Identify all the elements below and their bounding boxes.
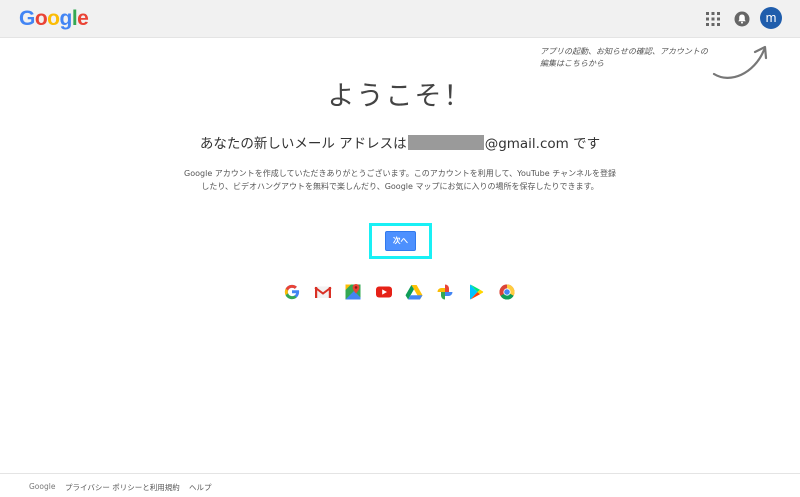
logo-letter: o: [47, 7, 60, 30]
account-hint-text: アプリの起動、お知らせの確認、アカウントの編集はこちらから: [540, 47, 708, 68]
product-icons-row: [282, 282, 522, 302]
next-button[interactable]: 次へ: [385, 231, 416, 251]
gmail-icon[interactable]: [313, 282, 333, 302]
welcome-page: Google m アプリの起動、お知らせの確認、アカウントの編集はこちらから よ…: [0, 0, 800, 497]
google-g-icon[interactable]: [282, 282, 302, 302]
photos-icon[interactable]: [435, 282, 455, 302]
address-prefix: あなたの新しいメール アドレスは: [199, 136, 407, 152]
chrome-icon[interactable]: [497, 282, 517, 302]
top-bar: Google m: [0, 0, 800, 38]
drive-icon[interactable]: [404, 282, 424, 302]
apps-grid-icon[interactable]: [706, 12, 720, 26]
maps-icon[interactable]: [343, 282, 363, 302]
logo-letter: g: [59, 7, 73, 30]
play-icon[interactable]: [466, 282, 486, 302]
footer: Google プライバシー ポリシーと利用規約 ヘルプ: [0, 473, 800, 497]
address-suffix: です: [568, 136, 601, 152]
logo-letter: o: [34, 7, 48, 30]
address-domain: @gmail.com: [484, 136, 569, 152]
privacy-terms-link[interactable]: プライバシー ポリシーと利用規約: [65, 482, 180, 493]
footer-logo[interactable]: Google: [29, 482, 55, 491]
logo-letter: e: [77, 7, 89, 30]
notifications-icon[interactable]: [734, 11, 750, 27]
masked-username: [407, 135, 484, 150]
google-logo[interactable]: Google: [19, 7, 89, 31]
page-title: ようこそ！: [327, 81, 473, 112]
help-link[interactable]: ヘルプ: [189, 482, 212, 493]
youtube-icon[interactable]: [374, 282, 394, 302]
welcome-description: Google アカウントを作成していただきありがとうございます。このアカウントを…: [184, 169, 616, 191]
new-address-line: あなたの新しいメール アドレスは @gmail.com です: [0, 134, 800, 154]
account-avatar[interactable]: m: [760, 7, 782, 29]
logo-letter: G: [19, 7, 35, 30]
